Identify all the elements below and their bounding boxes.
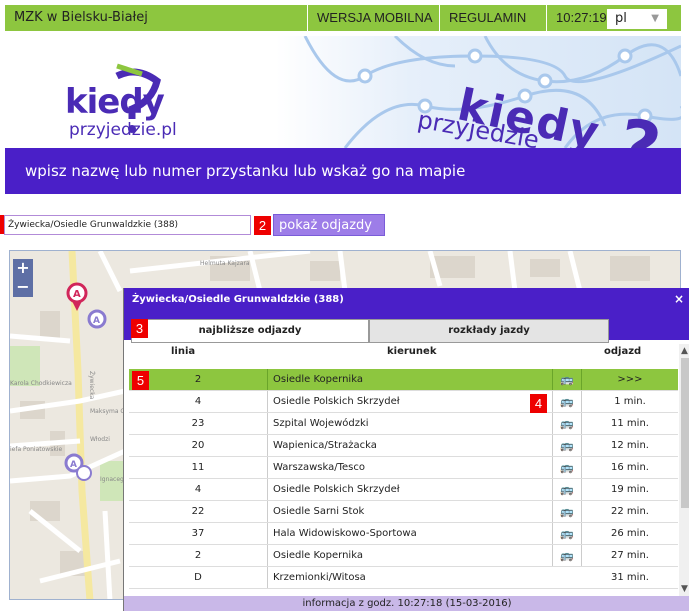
clock: 10:27:19 <box>556 10 607 25</box>
bus-realtime-icon: 🚌 <box>552 391 582 412</box>
scroll-down-icon[interactable]: ▼ <box>679 584 689 594</box>
bus-realtime-icon: 🚌 <box>552 523 582 544</box>
language-value: pl <box>615 11 627 26</box>
table-row[interactable]: 4 Osiedle Polskich Skrzydeł 🚌 1 min. <box>129 391 678 413</box>
bus-realtime-icon: 🚌 <box>552 545 582 566</box>
scroll-up-icon[interactable]: ▲ <box>679 346 689 356</box>
zoom-out-button[interactable]: − <box>13 278 33 297</box>
table-row[interactable]: 23 Szpital Wojewódzki 🚌 11 min. <box>129 413 678 435</box>
departures-panel: Żywiecka/Osiedle Grunwaldzkie (388) × na… <box>123 288 689 611</box>
svg-text:Żywiecka: Żywiecka <box>88 371 95 400</box>
line-number: D <box>194 572 202 583</box>
table-row[interactable]: 2 Osiedle Kopernika 🚌 >>> <box>129 369 678 391</box>
line-number: 11 <box>191 462 205 473</box>
bus-realtime-icon: 🚌 <box>552 501 582 522</box>
departure-time: 11 min. <box>611 418 649 429</box>
badge-5: 5 <box>132 371 149 390</box>
info-footer: informacja z godz. 10:27:18 (15-03-2016) <box>124 596 689 611</box>
mobile-version-link[interactable]: WERSJA MOBILNA <box>317 5 433 31</box>
divider <box>307 5 308 31</box>
city-link[interactable]: MZK w Bielsku-Białej <box>14 10 148 25</box>
svg-text:Włodzi: Włodzi <box>90 436 110 443</box>
svg-text:A: A <box>93 316 100 326</box>
departure-time: 1 min. <box>614 396 646 407</box>
bus-stop-marker-icon: A <box>87 309 107 329</box>
direction: Wapienica/Strażacka <box>267 435 552 456</box>
zoom-in-button[interactable]: + <box>13 259 33 278</box>
line-number: 37 <box>191 528 205 539</box>
panel-header: Żywiecka/Osiedle Grunwaldzkie (388) × <box>124 288 689 312</box>
divider <box>439 5 440 31</box>
top-bar: MZK w Bielsku-Białej WERSJA MOBILNA REGU… <box>0 0 689 36</box>
line-number: 23 <box>191 418 205 429</box>
banner-text: wpisz nazwę lub numer przystanku lub wsk… <box>25 162 466 180</box>
departure-time: 12 min. <box>611 440 649 451</box>
departure-time: 26 min. <box>611 528 649 539</box>
tab-bar: najbliższe odjazdy rozkłady jazdy 3 <box>124 312 689 343</box>
svg-text:A: A <box>70 460 77 470</box>
badge-4: 4 <box>530 394 547 413</box>
table-row[interactable]: 37 Hala Widowiskowo-Sportowa 🚌 26 min. <box>129 523 678 545</box>
language-select[interactable]: pl ▼ <box>607 9 667 29</box>
line-number: 4 <box>194 396 202 407</box>
direction: Osiedle Kopernika <box>267 545 552 566</box>
departure-time: 16 min. <box>611 462 649 473</box>
line-number: 22 <box>191 506 205 517</box>
direction: Szpital Wojewódzki <box>267 413 552 434</box>
direction: Osiedle Polskich Skrzydeł <box>267 391 552 412</box>
line-number: 2 <box>194 374 202 385</box>
direction: Osiedle Kopernika <box>267 369 552 390</box>
direction: Osiedle Sarni Stok <box>267 501 552 522</box>
badge-3: 3 <box>131 319 148 338</box>
close-icon[interactable]: × <box>674 292 684 306</box>
table-scrollbar[interactable]: ▲ ▼ <box>679 344 689 596</box>
departure-time: 31 min. <box>611 572 649 583</box>
svg-text:Helmuta Kajzara: Helmuta Kajzara <box>200 260 250 267</box>
svg-text:A: A <box>73 289 81 300</box>
table-row[interactable]: 20 Wapienica/Strażacka 🚌 12 min. <box>129 435 678 457</box>
scroll-thumb[interactable] <box>681 358 689 508</box>
direction: Krzemionki/Witosa <box>267 567 552 588</box>
departure-time: 27 min. <box>611 550 649 561</box>
logo-kiedy: kiedy <box>65 82 165 122</box>
show-departures-button[interactable]: pokaż odjazdy <box>273 214 385 236</box>
logo-przyjedzie: przyjedzie.pl <box>69 120 177 140</box>
table-row[interactable]: 2 Osiedle Kopernika 🚌 27 min. <box>129 545 678 567</box>
svg-text:Karola Chodkiewicza: Karola Chodkiewicza <box>10 380 72 387</box>
svg-text:Maksyma G: Maksyma G <box>90 408 125 415</box>
line-number: 2 <box>194 550 202 561</box>
bus-realtime-icon: 🚌 <box>552 413 582 434</box>
divider <box>546 5 547 31</box>
table-row[interactable]: 22 Osiedle Sarni Stok 🚌 22 min. <box>129 501 678 523</box>
direction: Hala Widowiskowo-Sportowa <box>267 523 552 544</box>
tab-nearest-departures[interactable]: najbliższe odjazdy <box>131 319 369 343</box>
rules-link[interactable]: REGULAMIN <box>449 5 526 31</box>
table-row[interactable]: D Krzemionki/Witosa 31 min. <box>129 567 678 589</box>
table-row[interactable]: 4 Osiedle Polskich Skrzydeł 🚌 19 min. <box>129 479 678 501</box>
departure-time: 19 min. <box>611 484 649 495</box>
instruction-banner: wpisz nazwę lub numer przystanku lub wsk… <box>5 148 681 194</box>
chevron-down-icon: ▼ <box>651 13 659 24</box>
bus-realtime-icon: 🚌 <box>552 369 582 390</box>
svg-text:iefa Poniatowskie: iefa Poniatowskie <box>10 446 62 453</box>
column-header-departure: odjazd <box>604 346 642 357</box>
header-graphic: kiedy przyjedzie.pl przyjedzie kiedy ? <box>5 36 681 148</box>
line-number: 20 <box>191 440 205 451</box>
stop-search-input[interactable]: Żywiecka/Osiedle Grunwaldzkie (388) <box>4 215 251 235</box>
bus-realtime-icon: 🚌 <box>552 479 582 500</box>
column-header-direction: kierunek <box>387 346 437 357</box>
column-header-line: linia <box>171 346 196 357</box>
line-number: 4 <box>194 484 202 495</box>
departure-time: 22 min. <box>611 506 649 517</box>
direction: Warszawska/Tesco <box>267 457 552 478</box>
bus-realtime-icon: 🚌 <box>552 435 582 456</box>
tab-timetables[interactable]: rozkłady jazdy <box>369 319 609 343</box>
table-row[interactable]: 11 Warszawska/Tesco 🚌 16 min. <box>129 457 678 479</box>
bus-realtime-icon: 🚌 <box>552 457 582 478</box>
departure-time: >>> <box>617 374 643 385</box>
panel-title: Żywiecka/Osiedle Grunwaldzkie (388) <box>132 294 344 305</box>
departures-table: 2 Osiedle Kopernika 🚌 >>> 4 Osiedle Pols… <box>129 369 678 589</box>
direction: Osiedle Polskich Skrzydeł <box>267 479 552 500</box>
badge-2: 2 <box>254 216 271 235</box>
